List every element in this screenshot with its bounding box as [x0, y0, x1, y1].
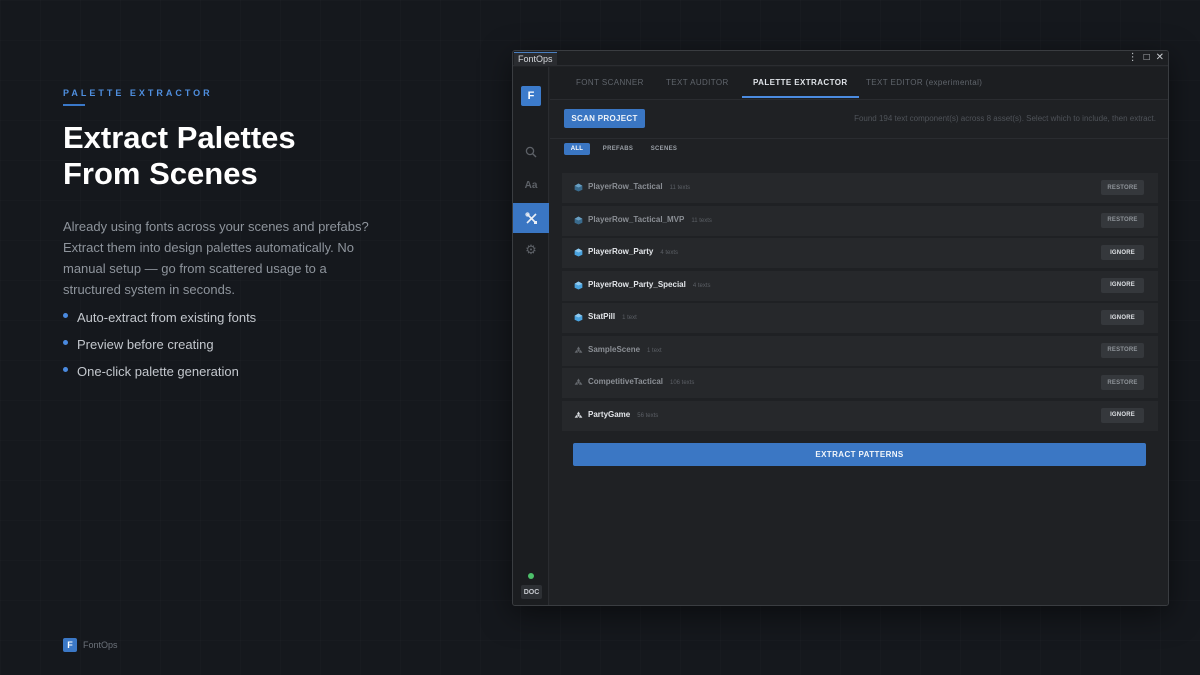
gear-icon: ⚙ — [525, 242, 537, 257]
sidebar-item-tools[interactable] — [513, 203, 549, 233]
tab-text-auditor[interactable]: TEXT AUDITOR — [666, 67, 729, 100]
bullet-item: Auto-extract from existing fonts — [63, 304, 393, 331]
filter-bar: ALL PREFABS SCENES — [550, 138, 1168, 157]
prefab-icon — [574, 313, 583, 322]
toolbar: SCAN PROJECT Found 194 text component(s)… — [550, 101, 1168, 137]
doc-button[interactable]: DOC — [521, 585, 542, 599]
asset-row[interactable]: SampleScene 1 text RESTORE — [562, 335, 1158, 366]
asset-name: PlayerRow_Party_Special 4 texts — [588, 279, 711, 289]
main-panel: FONT SCANNER TEXT AUDITOR PALETTE EXTRAC… — [550, 67, 1168, 605]
prefab-icon — [574, 183, 583, 192]
prefab-icon — [574, 215, 583, 225]
asset-row[interactable]: PlayerRow_Party 4 texts IGNORE — [562, 238, 1158, 268]
asset-row[interactable]: PartyGame 56 texts IGNORE — [562, 400, 1158, 431]
asset-text-count: 1 text — [622, 315, 637, 321]
asset-name: SampleScene 1 text — [588, 344, 662, 354]
filter-prefabs[interactable]: PREFABS — [598, 143, 638, 155]
sidebar: F Aa ⚙ DOC — [513, 67, 549, 605]
headline-line-1: Extract Palettes — [63, 120, 296, 155]
asset-text-count: 4 texts — [660, 250, 679, 256]
maximize-icon[interactable]: □ — [1144, 52, 1150, 64]
asset-text-count: 56 texts — [637, 412, 659, 419]
bullet-text: Auto-extract from existing fonts — [77, 310, 257, 325]
sidebar-item-search[interactable] — [513, 137, 549, 167]
window-title-tab[interactable]: FontOps — [514, 52, 557, 66]
ignore-button[interactable]: IGNORE — [1101, 245, 1144, 260]
sidebar-item-settings[interactable]: ⚙ — [513, 235, 549, 265]
asset-text-count: 1 text — [647, 347, 662, 354]
extract-patterns-button[interactable]: EXTRACT PATTERNS — [573, 443, 1146, 466]
bullet-dot — [63, 367, 68, 372]
asset-list: PlayerRow_Tactical 11 texts RESTORE Playe… — [562, 173, 1158, 433]
description: Already using fonts across your scenes a… — [63, 219, 369, 297]
tab-font-scanner[interactable]: FONT SCANNER — [576, 67, 644, 100]
asset-text-count: 11 texts — [691, 217, 712, 224]
scan-project-button[interactable]: SCAN PROJECT — [564, 109, 645, 128]
filter-all[interactable]: ALL — [564, 143, 590, 155]
eyebrow-underline — [63, 104, 85, 106]
bullet-item: Preview before creating — [63, 331, 393, 358]
asset-name: StatPill 1 text — [588, 312, 637, 321]
prefab-icon — [574, 280, 583, 290]
asset-row[interactable]: PlayerRow_Tactical_MVP 11 texts RESTORE — [562, 205, 1158, 236]
headline: Extract Palettes From Scenes — [63, 120, 393, 192]
asset-text-count: 11 texts — [669, 185, 691, 191]
scan-summary-text: Found 194 text component(s) across 8 ass… — [854, 114, 1156, 123]
footer-brand: F FontOps — [63, 638, 118, 652]
restore-button[interactable]: RESTORE — [1101, 342, 1144, 358]
ignore-button[interactable]: IGNORE — [1101, 310, 1144, 325]
bullet-dot — [63, 313, 68, 318]
asset-row[interactable]: PlayerRow_Party_Special 4 texts IGNORE — [562, 270, 1158, 301]
ignore-button[interactable]: IGNORE — [1101, 407, 1144, 423]
app-window: FontOps ⋮ □ ✕ F Aa ⚙ DOC FONT SCANNER TE… — [512, 50, 1169, 606]
asset-name: PlayerRow_Tactical_MVP 11 texts — [588, 214, 712, 224]
sidebar-item-fonts[interactable]: Aa — [513, 170, 549, 200]
tab-palette-extractor[interactable]: PALETTE EXTRACTOR — [742, 67, 858, 100]
footer-logo: F — [63, 638, 77, 652]
scene-icon — [574, 378, 583, 385]
close-icon[interactable]: ✕ — [1156, 52, 1164, 64]
kebab-menu-icon[interactable]: ⋮ — [1128, 52, 1138, 64]
window-controls: ⋮ □ ✕ — [1128, 52, 1164, 64]
asset-row[interactable]: CompetitiveTactical 106 texts RESTORE — [562, 368, 1158, 398]
tab-bar: FONT SCANNER TEXT AUDITOR PALETTE EXTRAC… — [550, 67, 1168, 100]
bullet-dot — [63, 340, 68, 345]
font-icon: Aa — [524, 179, 538, 191]
asset-name: PartyGame 56 texts — [588, 409, 659, 419]
tools-icon — [524, 211, 537, 224]
ignore-button[interactable]: IGNORE — [1101, 277, 1144, 293]
restore-button[interactable]: RESTORE — [1101, 180, 1144, 195]
asset-name: PlayerRow_Tactical 11 texts — [588, 182, 691, 191]
scene-icon — [574, 345, 583, 353]
feature-copy: PALETTE EXTRACTOR Extract Palettes From … — [63, 88, 393, 385]
scene-icon — [574, 410, 583, 418]
prefab-icon — [574, 248, 583, 257]
asset-text-count: 106 texts — [669, 380, 695, 386]
window-titlebar: FontOps ⋮ □ ✕ — [513, 51, 1168, 66]
asset-text-count: 4 texts — [692, 282, 711, 289]
bullet-list: Auto-extract from existing fonts Preview… — [63, 304, 393, 385]
restore-button[interactable]: RESTORE — [1101, 375, 1144, 390]
bullet-text: Preview before creating — [77, 337, 214, 352]
filter-scenes[interactable]: SCENES — [646, 143, 682, 155]
status-indicator-dot — [528, 573, 534, 579]
asset-name: PlayerRow_Party 4 texts — [588, 247, 679, 256]
footer-brand-name: FontOps — [83, 640, 118, 650]
asset-name: CompetitiveTactical 106 texts — [588, 377, 695, 386]
bullet-item: One-click palette generation — [63, 358, 393, 385]
tab-text-editor[interactable]: TEXT EDITOR (experimental) — [866, 67, 982, 100]
headline-line-2: From Scenes — [63, 156, 258, 191]
asset-row[interactable]: PlayerRow_Tactical 11 texts RESTORE — [562, 173, 1158, 203]
asset-row[interactable]: StatPill 1 text IGNORE — [562, 303, 1158, 333]
bullet-text: One-click palette generation — [77, 364, 239, 379]
eyebrow-label: PALETTE EXTRACTOR — [63, 88, 213, 98]
search-icon — [525, 146, 537, 158]
app-logo: F — [521, 86, 541, 106]
restore-button[interactable]: RESTORE — [1101, 212, 1144, 228]
